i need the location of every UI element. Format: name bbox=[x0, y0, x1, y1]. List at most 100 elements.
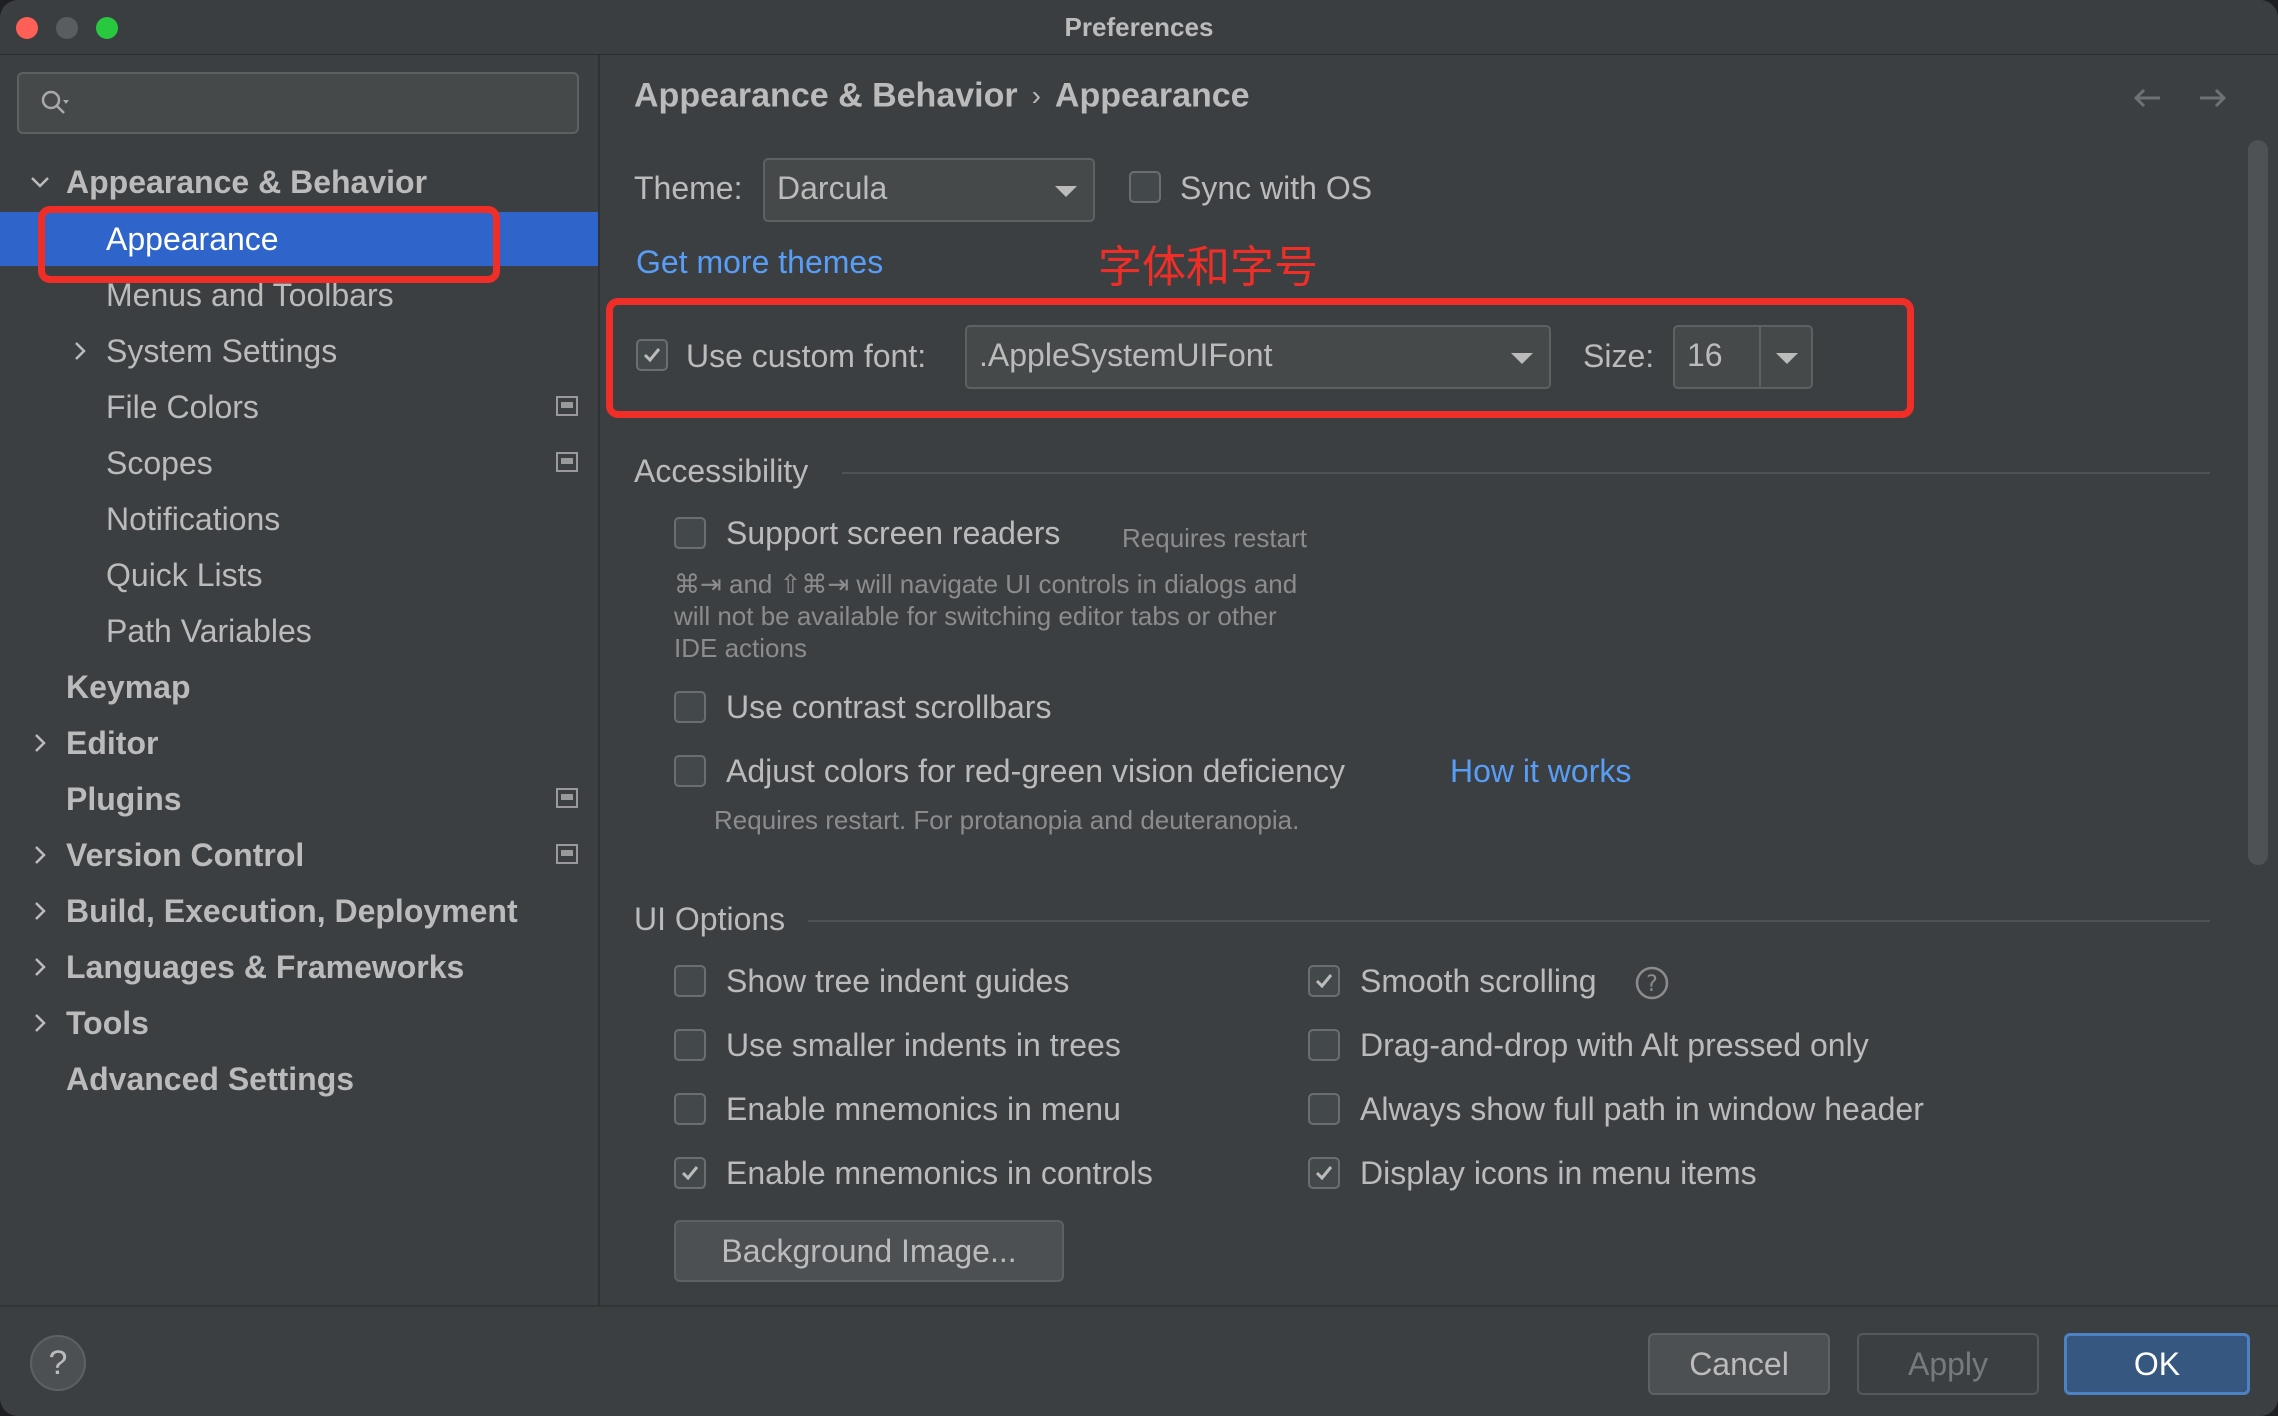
project-level-icon bbox=[556, 452, 578, 472]
theme-dropdown[interactable]: Darcula bbox=[763, 158, 1095, 222]
chevron-down-icon bbox=[31, 177, 49, 188]
drag-drop-alt-checkbox[interactable] bbox=[1308, 1029, 1340, 1061]
ui-options-section-title: UI Options bbox=[634, 901, 786, 937]
sidebar-item-label: Advanced Settings bbox=[66, 1061, 355, 1097]
sidebar-item-tools[interactable]: Tools bbox=[0, 996, 598, 1050]
menu-icons-label: Display icons in menu items bbox=[1360, 1155, 1757, 1191]
search-icon bbox=[41, 90, 69, 114]
sidebar-item-editor[interactable]: Editor bbox=[0, 716, 598, 770]
sidebar-item-label: Quick Lists bbox=[106, 557, 263, 593]
breadcrumb-parent[interactable]: Appearance & Behavior bbox=[634, 77, 1018, 115]
contrast-scrollbars-checkbox[interactable] bbox=[674, 691, 706, 723]
sidebar-item-version-control[interactable]: Version Control bbox=[0, 828, 598, 882]
search-input[interactable] bbox=[17, 72, 579, 134]
vertical-scrollbar[interactable] bbox=[2248, 140, 2268, 865]
sidebar-item-label: Scopes bbox=[106, 445, 213, 481]
sidebar-item-label: Version Control bbox=[66, 837, 305, 873]
sidebar-item-label: File Colors bbox=[106, 389, 259, 425]
sidebar-item-build-execution-deployment[interactable]: Build, Execution, Deployment bbox=[0, 884, 598, 938]
sidebar-item-scopes[interactable]: Scopes bbox=[0, 436, 598, 490]
preferences-window: Preferences Appearance & Behavior Appear… bbox=[0, 0, 2278, 1416]
support-screen-readers-label: Support screen readers bbox=[726, 515, 1061, 551]
background-image-button[interactable]: Background Image... bbox=[674, 1220, 1064, 1282]
chevron-right-icon bbox=[35, 1014, 46, 1032]
sidebar-item-file-colors[interactable]: File Colors bbox=[0, 380, 598, 434]
sidebar-item-label: Keymap bbox=[66, 669, 191, 705]
full-path-header-checkbox[interactable] bbox=[1308, 1093, 1340, 1125]
sidebar-item-keymap[interactable]: Keymap bbox=[0, 660, 598, 714]
checkmark-icon bbox=[681, 1166, 699, 1181]
back-arrow-icon[interactable] bbox=[2128, 79, 2166, 117]
breadcrumb-separator: › bbox=[1031, 80, 1041, 112]
sidebar-item-quick-lists[interactable]: Quick Lists bbox=[0, 548, 598, 602]
ok-button[interactable]: OK bbox=[2064, 1333, 2250, 1395]
sidebar-item-notifications[interactable]: Notifications bbox=[0, 492, 598, 546]
chevron-right-icon bbox=[35, 846, 46, 864]
sidebar-item-label: System Settings bbox=[106, 333, 338, 369]
section-divider bbox=[842, 472, 2210, 474]
annotation-highlight-appearance bbox=[38, 206, 500, 283]
forward-arrow-icon[interactable] bbox=[2194, 79, 2232, 117]
chevron-right-icon bbox=[75, 342, 86, 360]
theme-label: Theme: bbox=[634, 170, 743, 206]
sidebar-item-label: Appearance & Behavior bbox=[66, 164, 428, 200]
screen-readers-hint-1: ⌘⇥ and ⇧⌘⇥ will navigate UI controls in … bbox=[674, 569, 1298, 599]
mnemonics-menu-checkbox[interactable] bbox=[674, 1093, 706, 1125]
chevron-right-icon bbox=[35, 958, 46, 976]
tree-indent-guides-label: Show tree indent guides bbox=[726, 963, 1070, 999]
how-it-works-link[interactable]: How it works bbox=[1450, 753, 1631, 790]
menu-icons-checkbox[interactable] bbox=[1308, 1157, 1340, 1189]
sidebar-item-label: Tools bbox=[66, 1005, 149, 1041]
sidebar-item-system-settings[interactable]: System Settings bbox=[0, 324, 598, 378]
chevron-right-icon bbox=[35, 734, 46, 752]
title-bar: Preferences bbox=[0, 0, 2278, 55]
support-screen-readers-checkbox[interactable] bbox=[674, 517, 706, 549]
breadcrumb-current: Appearance bbox=[1054, 76, 1250, 115]
sidebar-item-languages-frameworks[interactable]: Languages & Frameworks bbox=[0, 940, 598, 994]
mnemonics-menu-label: Enable mnemonics in menu bbox=[726, 1091, 1121, 1127]
screen-readers-hint-3: IDE actions bbox=[674, 633, 807, 663]
window-title: Preferences bbox=[1064, 12, 1214, 42]
get-more-themes-link[interactable]: Get more themes bbox=[636, 244, 883, 281]
project-level-icon bbox=[556, 396, 578, 416]
project-level-icon bbox=[556, 788, 578, 808]
sidebar-item-appearance-behavior[interactable]: Appearance & Behavior bbox=[0, 155, 598, 209]
smaller-indents-checkbox[interactable] bbox=[674, 1029, 706, 1061]
accessibility-section-title: Accessibility bbox=[634, 453, 809, 489]
chevron-right-icon bbox=[35, 902, 46, 920]
color-deficiency-hint: Requires restart. For protanopia and deu… bbox=[714, 805, 1300, 835]
cancel-button[interactable]: Cancel bbox=[1648, 1333, 1830, 1395]
smaller-indents-label: Use smaller indents in trees bbox=[726, 1027, 1121, 1063]
checkmark-icon bbox=[1315, 974, 1333, 989]
settings-sidebar: Appearance & Behavior Appearance Menus a… bbox=[0, 55, 600, 1305]
full-path-header-label: Always show full path in window header bbox=[1360, 1091, 1924, 1127]
help-question-icon[interactable]: ? bbox=[1634, 965, 1670, 1001]
tree-indent-guides-checkbox[interactable] bbox=[674, 965, 706, 997]
requires-restart-note: Requires restart bbox=[1122, 523, 1307, 553]
mnemonics-controls-checkbox[interactable] bbox=[674, 1157, 706, 1189]
sidebar-item-advanced-settings[interactable]: Advanced Settings bbox=[0, 1052, 598, 1106]
svg-text:?: ? bbox=[1646, 972, 1658, 997]
breadcrumb: Appearance & Behavior › Appearance bbox=[634, 75, 1250, 116]
mnemonics-controls-label: Enable mnemonics in controls bbox=[726, 1155, 1153, 1191]
sidebar-item-path-variables[interactable]: Path Variables bbox=[0, 604, 598, 658]
project-level-icon bbox=[556, 844, 578, 864]
chevron-down-icon bbox=[1055, 186, 1077, 197]
sidebar-item-label: Path Variables bbox=[106, 613, 312, 649]
screen-readers-hint-2: will not be available for switching edit… bbox=[674, 601, 1277, 631]
sync-with-os-checkbox[interactable] bbox=[1129, 171, 1161, 203]
apply-button[interactable]: Apply bbox=[1857, 1333, 2039, 1395]
color-deficiency-label: Adjust colors for red-green vision defic… bbox=[726, 753, 1345, 789]
sync-with-os-label: Sync with OS bbox=[1180, 170, 1373, 206]
smooth-scrolling-checkbox[interactable] bbox=[1308, 965, 1340, 997]
color-deficiency-checkbox[interactable] bbox=[674, 755, 706, 787]
sidebar-item-label: Build, Execution, Deployment bbox=[66, 893, 518, 929]
theme-value: Darcula bbox=[777, 170, 888, 206]
help-button[interactable]: ? bbox=[30, 1335, 86, 1391]
annotation-label: 字体和字号 bbox=[1098, 242, 1318, 293]
settings-content: Appearance & Behavior › Appearance Theme: … bbox=[600, 55, 2278, 1305]
sidebar-item-label: Notifications bbox=[106, 501, 281, 537]
smooth-scrolling-label: Smooth scrolling bbox=[1360, 963, 1597, 999]
sidebar-item-plugins[interactable]: Plugins bbox=[0, 772, 598, 826]
sidebar-item-label: Plugins bbox=[66, 781, 182, 817]
